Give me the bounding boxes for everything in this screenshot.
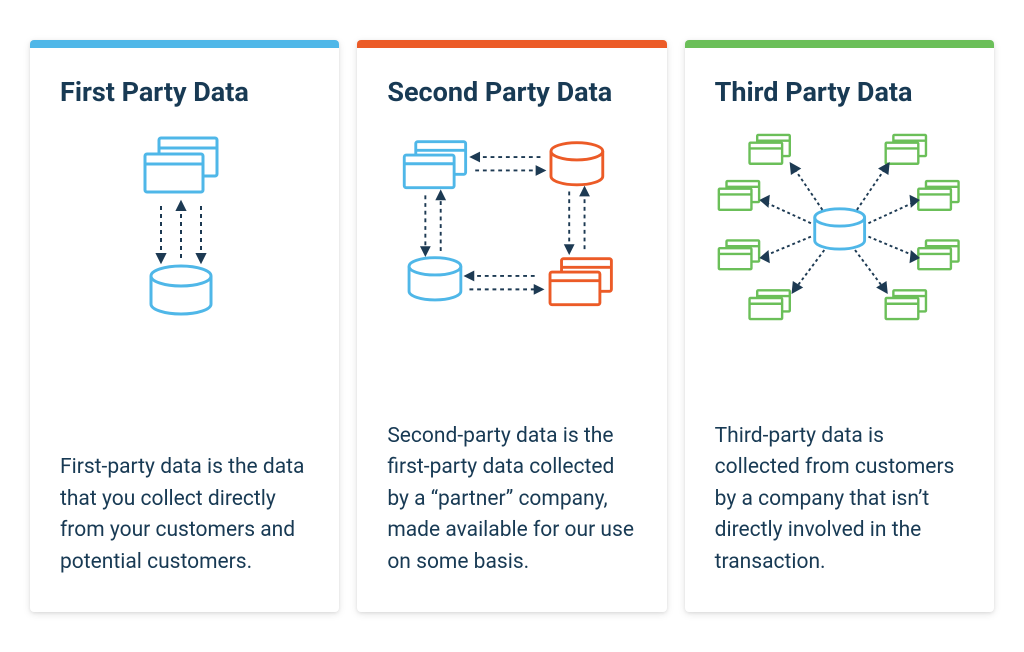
first-party-diagram (60, 118, 309, 338)
card-first-party: First Party Data (30, 40, 339, 612)
card-third-party: Third Party Data (685, 40, 994, 612)
card-body: Second Party Data (357, 48, 666, 612)
third-party-diagram (715, 118, 964, 338)
card-title: Third Party Data (715, 76, 964, 108)
card-body: First Party Data (30, 48, 339, 612)
card-title: Second Party Data (387, 76, 636, 108)
card-title: First Party Data (60, 76, 309, 108)
card-second-party: Second Party Data (357, 40, 666, 612)
card-accent-bar (357, 40, 666, 48)
second-party-diagram (387, 118, 636, 338)
card-description: First-party data is the data that you co… (60, 452, 309, 578)
card-accent-bar (30, 40, 339, 48)
card-accent-bar (685, 40, 994, 48)
card-description: Third-party data is collected from custo… (715, 421, 964, 579)
card-body: Third Party Data (685, 48, 994, 612)
card-description: Second-party data is the first-party dat… (387, 421, 636, 579)
